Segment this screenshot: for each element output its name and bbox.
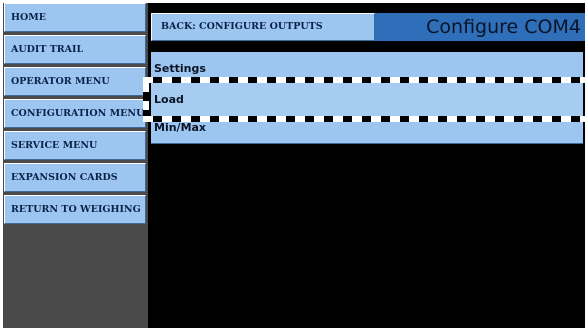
selection-border-bottom [143,116,585,122]
sidebar-item-configuration-menu[interactable]: CONFIGURATION MENU [4,99,146,128]
sidebar-item-home[interactable]: HOME [4,3,146,32]
sidebar-item-return-to-weighing[interactable]: RETURN TO WEIGHING [4,195,146,224]
menu-item-min-max[interactable]: Min/Max [151,122,583,144]
menu-item-load[interactable]: Load [151,83,583,117]
sidebar-item-service-menu[interactable]: SERVICE MENU [4,131,146,160]
device-screen: HOME AUDIT TRAIL OPERATOR MENU CONFIGURA… [3,3,585,328]
menu-item-settings[interactable]: Settings [151,52,583,78]
sidebar-item-expansion-cards[interactable]: EXPANSION CARDS [4,163,146,192]
sidebar-nav: HOME AUDIT TRAIL OPERATOR MENU CONFIGURA… [3,3,148,328]
sidebar-item-operator-menu[interactable]: OPERATOR MENU [4,67,146,96]
selection-border-left [143,83,149,116]
back-button[interactable]: BACK: CONFIGURE OUTPUTS [151,13,375,41]
selection-border-top [143,77,585,83]
sidebar-item-audit-trail[interactable]: AUDIT TRAIL [4,35,146,64]
page-title: Configure COM4 [375,13,585,41]
